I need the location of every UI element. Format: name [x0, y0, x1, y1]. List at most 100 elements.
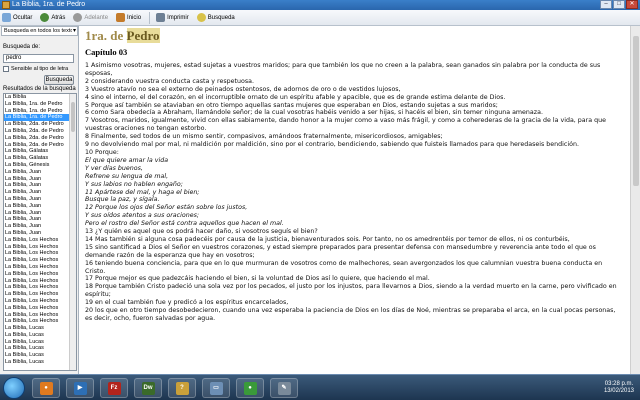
system-clock[interactable]: 03:28 p.m. 13/02/2013: [604, 381, 634, 395]
book-heading-prefix: 1ra. de: [85, 28, 127, 43]
result-item[interactable]: La Biblia, 1ra. de Pedro: [4, 101, 70, 108]
result-item[interactable]: La Biblia, Juan: [4, 196, 70, 203]
taskbar-app-firefox[interactable]: ●: [32, 378, 60, 398]
verse-line: Y ver días buenos,: [85, 164, 143, 172]
sidebar-tab-dropdown[interactable]: Busqueda en todos los textos ▾: [1, 26, 78, 36]
result-item[interactable]: La Biblia, Juan: [4, 203, 70, 210]
app-book-icon: [2, 1, 10, 9]
result-item[interactable]: La Biblia, Juan: [4, 182, 70, 189]
result-item[interactable]: La Biblia, 2da. de Pedro: [4, 142, 70, 149]
print-button[interactable]: Imprimir: [156, 13, 189, 22]
start-button[interactable]: [3, 377, 25, 399]
result-item[interactable]: La Biblia, Los Hechos: [4, 291, 70, 298]
result-item[interactable]: La Biblia, Gálatas: [4, 155, 70, 162]
minimize-button[interactable]: –: [600, 0, 612, 9]
firefox-icon: ●: [39, 381, 53, 395]
results-scrollbar[interactable]: [69, 94, 76, 370]
result-item[interactable]: La Biblia, Juan: [4, 176, 70, 183]
verse-line: 16 teniendo buena conciencia, para que e…: [85, 259, 603, 275]
verse-line: 1 Asimismo vosotras, mujeres, estad suje…: [85, 62, 601, 77]
verse-line: 7 Vosotros, maridos, igualmente, vivid c…: [85, 117, 606, 133]
back-button[interactable]: Atrás: [40, 13, 65, 22]
result-item[interactable]: La Biblia, Los Hechos: [4, 237, 70, 244]
document-scroll-thumb[interactable]: [633, 36, 639, 186]
result-item[interactable]: La Biblia, Los Hechos: [4, 264, 70, 271]
close-button[interactable]: ✕: [626, 0, 638, 9]
document-body: 1ra. de Pedro Capítulo 03 1 Asimismo vos…: [85, 28, 620, 323]
result-item[interactable]: La Biblia, 2da. de Pedro: [4, 121, 70, 128]
result-item[interactable]: La Biblia, Juan: [4, 169, 70, 176]
home-icon: [116, 13, 126, 22]
forward-arrow-icon: [73, 13, 83, 22]
case-sensitive-label: Sensible al tipo de letra: [11, 66, 69, 72]
taskbar-app-help[interactable]: ?: [168, 378, 196, 398]
verse-line: 14 Mas también si alguna cosa padecéis p…: [85, 235, 570, 243]
taskbar-app-tools[interactable]: ✎: [270, 378, 298, 398]
hide-panel-label: Ocultar: [13, 14, 33, 21]
taskbar-app-window[interactable]: ▭: [202, 378, 230, 398]
result-item[interactable]: La Biblia, Los Hechos: [4, 305, 70, 312]
forward-label: Adelante: [84, 14, 109, 21]
search-button[interactable]: Busqueda: [44, 75, 74, 85]
verse-line: 2 considerando vuestra conducta casta y …: [85, 77, 254, 85]
sidebar-tab-label: Busqueda en todos los textos: [4, 28, 72, 34]
result-item[interactable]: La Biblia, Lucas: [4, 359, 70, 366]
result-item[interactable]: La Biblia, Los Hechos: [4, 244, 70, 251]
result-item[interactable]: La Biblia, 2da. de Pedro: [4, 128, 70, 135]
book-heading: 1ra. de Pedro: [85, 28, 620, 43]
chapter-title: Capítulo 03: [85, 47, 128, 57]
verse-line: 15 sino santificad a Dios el Señor en vu…: [85, 243, 596, 259]
taskbar-app-filezilla[interactable]: Fz: [100, 378, 128, 398]
result-item[interactable]: La Biblia: [4, 94, 70, 101]
result-item[interactable]: La Biblia, Los Hechos: [4, 278, 70, 285]
forward-button[interactable]: Adelante: [73, 13, 108, 22]
result-item[interactable]: La Biblia, Lucas: [4, 325, 70, 332]
taskbar: ● ▶ Fz Dw? ▭ ● ✎ 03:28 p.m. 13/02/2013: [0, 374, 640, 400]
results-list[interactable]: La Biblia La Biblia, 1ra. de Pedro La Bibl…: [3, 93, 77, 371]
results-label: Resultados de la busqueda: [3, 86, 76, 92]
home-button[interactable]: Inicio: [116, 13, 141, 22]
hide-panel-button[interactable]: Ocultar: [2, 13, 32, 22]
result-item[interactable]: La Biblia, Los Hechos: [4, 257, 70, 264]
results-scroll-thumb[interactable]: [71, 102, 75, 132]
result-item[interactable]: La Biblia, Lucas: [4, 339, 70, 346]
result-item[interactable]: La Biblia, Juan: [4, 216, 70, 223]
result-item[interactable]: La Biblia, Los Hechos: [4, 284, 70, 291]
result-item[interactable]: La Biblia, Juan: [4, 223, 70, 230]
window-controls: – □ ✕: [599, 0, 638, 10]
taskbar-app-dreamweaver[interactable]: Dw: [134, 378, 162, 398]
tools-icon: ✎: [277, 381, 291, 395]
result-item[interactable]: La Biblia, Los Hechos: [4, 250, 70, 257]
chrome-icon: ●: [243, 381, 257, 395]
checkbox-box[interactable]: [3, 66, 9, 72]
result-item[interactable]: La Biblia, Lucas: [4, 332, 70, 339]
result-item[interactable]: La Biblia, 2da. de Pedro: [4, 135, 70, 142]
taskbar-app-media[interactable]: ▶: [66, 378, 94, 398]
result-item[interactable]: La Biblia, Lucas: [4, 345, 70, 352]
hide-panel-icon: [2, 13, 11, 22]
result-item[interactable]: La Biblia, Juan: [4, 230, 70, 237]
result-item[interactable]: La Biblia, 1ra. de Pedro: [4, 114, 70, 122]
result-item[interactable]: La Biblia, Los Hechos: [4, 312, 70, 319]
verse-line: 10 Porque:: [85, 148, 119, 156]
result-item[interactable]: La Biblia, Los Hechos: [4, 298, 70, 305]
search-input[interactable]: pedro: [3, 54, 74, 63]
document-scrollbar[interactable]: [630, 26, 640, 374]
search-toolbar-button[interactable]: Busqueda: [196, 13, 235, 22]
result-item[interactable]: La Biblia, Los Hechos: [4, 271, 70, 278]
toolbar-separator: [149, 11, 151, 24]
result-item[interactable]: La Biblia, Génesis: [4, 162, 70, 169]
result-item[interactable]: La Biblia, 1ra. de Pedro: [4, 108, 70, 115]
verse-line: 4 sino el interno, el del corazón, en el…: [85, 93, 506, 101]
result-item[interactable]: La Biblia, Los Hechos: [4, 318, 70, 325]
result-item[interactable]: La Biblia, Gálatas: [4, 148, 70, 155]
result-item[interactable]: La Biblia, Juan: [4, 189, 70, 196]
result-item[interactable]: La Biblia, Lucas: [4, 352, 70, 359]
clock-time: 03:28 p.m.: [604, 381, 634, 387]
taskbar-app-chrome[interactable]: ●: [236, 378, 264, 398]
maximize-button[interactable]: □: [613, 0, 625, 9]
result-item[interactable]: La Biblia, Juan: [4, 210, 70, 217]
window-title: La Biblia, 1ra. de Pedro: [12, 1, 86, 8]
back-arrow-icon: [40, 13, 50, 22]
case-sensitive-checkbox[interactable]: Sensible al tipo de letra: [3, 66, 68, 72]
